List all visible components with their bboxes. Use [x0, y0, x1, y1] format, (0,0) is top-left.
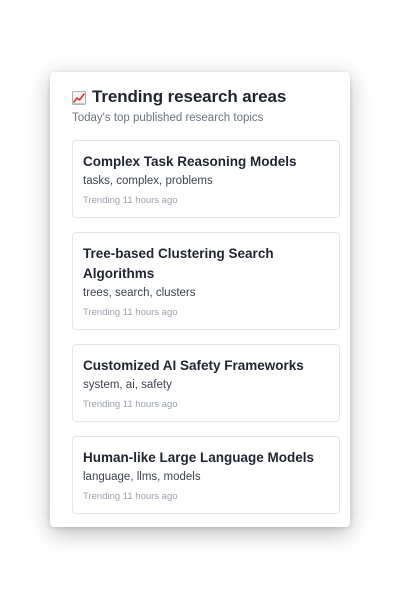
topic-title[interactable]: Tree-based Clustering Search Algorithms [83, 244, 329, 284]
topic-card[interactable]: Tree-based Clustering Search Algorithms … [72, 232, 340, 330]
chart-increasing-icon [72, 91, 86, 105]
title-row: Trending research areas [72, 86, 340, 108]
page-title: Trending research areas [92, 87, 287, 106]
topic-title[interactable]: Customized AI Safety Frameworks [83, 356, 329, 376]
topic-card[interactable]: Human-like Large Language Models languag… [72, 436, 340, 514]
topic-timestamp: Trending 11 hours ago [83, 307, 178, 318]
topic-card[interactable]: Customized AI Safety Frameworks system, … [72, 344, 340, 422]
topic-card[interactable]: Complex Task Reasoning Models tasks, com… [72, 140, 340, 218]
topic-tags: trees, search, clusters [83, 287, 196, 299]
page-subtitle: Today's top published research topics [72, 112, 264, 124]
topic-title[interactable]: Human-like Large Language Models [83, 448, 329, 468]
panel-header: Trending research areas Today's top publ… [72, 86, 340, 124]
topic-timestamp: Trending 11 hours ago [83, 491, 178, 502]
topic-tags: tasks, complex, problems [83, 175, 213, 187]
topic-tags: language, llms, models [83, 471, 201, 483]
trending-panel: Trending research areas Today's top publ… [50, 72, 350, 527]
topic-tags: system, ai, safety [83, 379, 172, 391]
topic-timestamp: Trending 11 hours ago [83, 399, 178, 410]
topic-title[interactable]: Complex Task Reasoning Models [83, 152, 329, 172]
topic-timestamp: Trending 11 hours ago [83, 195, 178, 206]
